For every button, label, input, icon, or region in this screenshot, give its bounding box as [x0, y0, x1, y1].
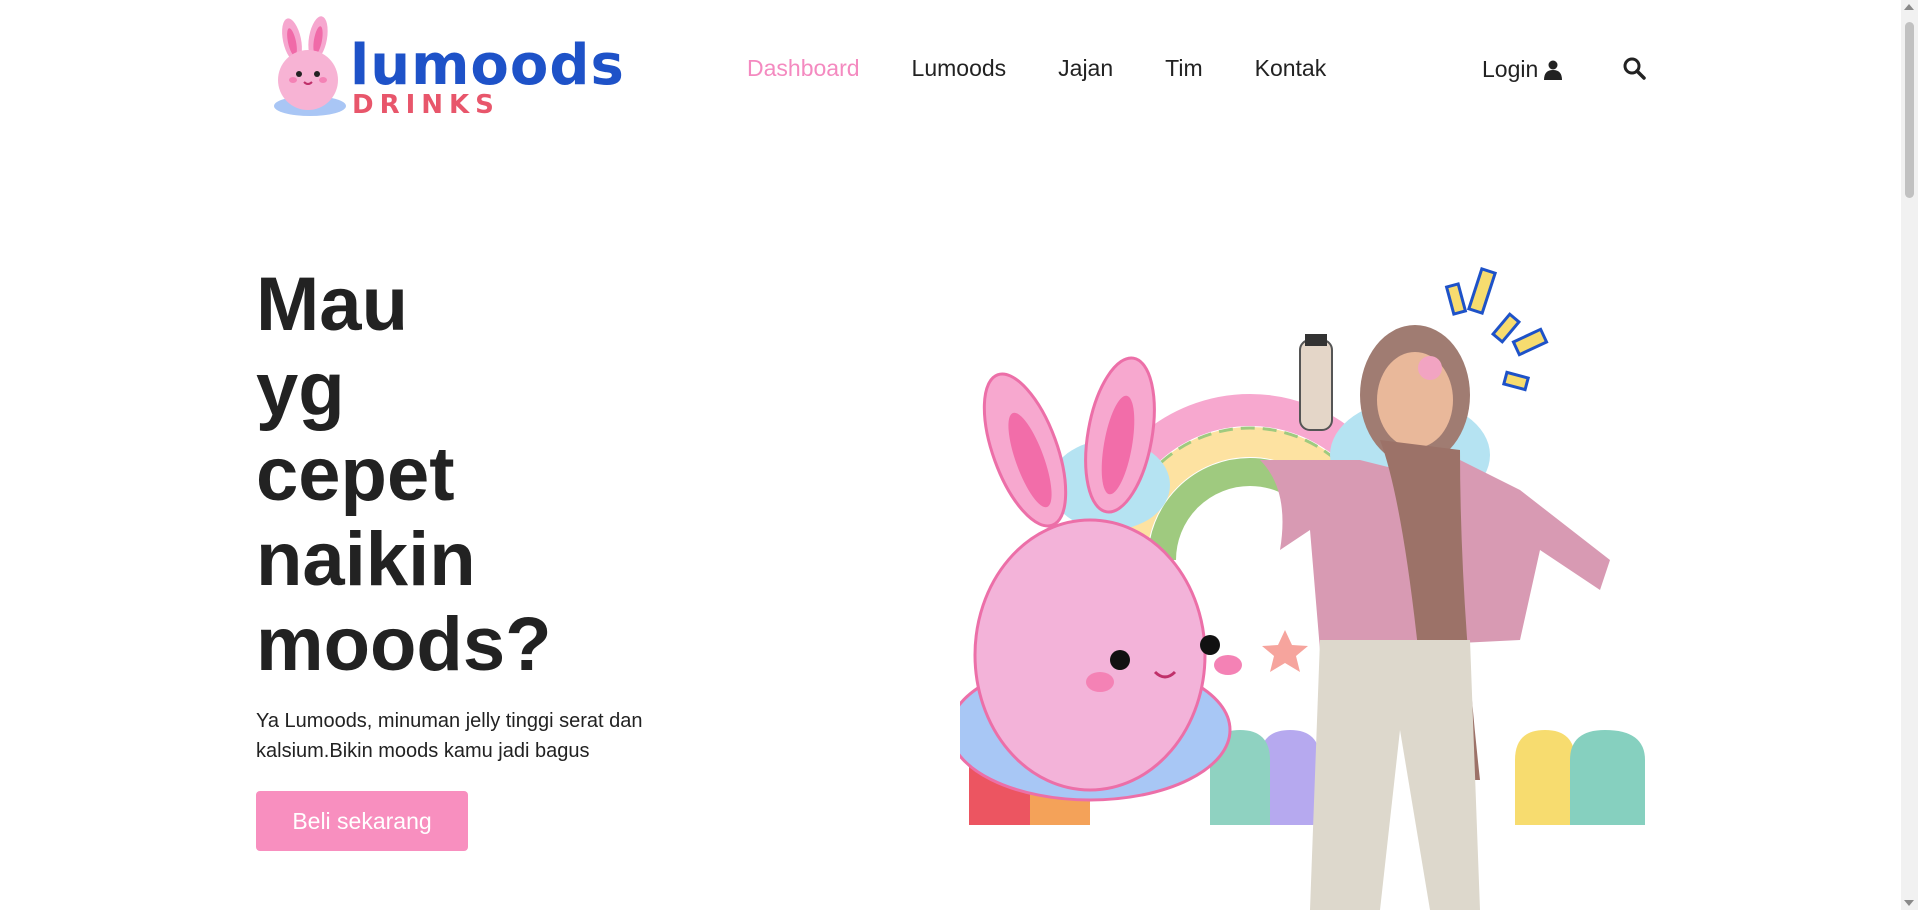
nav-item-jajan[interactable]: Jajan — [1058, 56, 1113, 80]
scroll-down-arrow-icon[interactable] — [1904, 900, 1914, 906]
star-icon — [1262, 630, 1308, 672]
login-link[interactable]: Login — [1482, 56, 1563, 83]
site-header: lumoods DRINKS Dashboard Lumoods Jajan T… — [0, 0, 1901, 140]
hero-title-line: moods? — [256, 602, 552, 687]
brand-logo[interactable]: lumoods DRINKS — [268, 14, 624, 124]
brand-tagline: DRINKS — [352, 90, 500, 120]
hero-title-line: Mau — [256, 262, 408, 347]
brand-name: lumoods — [350, 33, 625, 98]
hero-subtitle: Ya Lumoods, minuman jelly tinggi serat d… — [256, 710, 643, 762]
scrollbar-thumb[interactable] — [1905, 22, 1914, 198]
buy-now-button[interactable]: Beli sekarang — [256, 791, 468, 851]
bunny-mascot-icon — [274, 16, 346, 116]
hero-illustration — [960, 266, 1645, 910]
search-icon — [1623, 57, 1646, 80]
main-nav: Dashboard Lumoods Jajan Tim Kontak — [747, 56, 1378, 80]
nav-item-tim[interactable]: Tim — [1165, 56, 1202, 80]
scroll-up-arrow-icon[interactable] — [1904, 4, 1914, 10]
hero-title-line: naikin — [256, 517, 476, 602]
hero-title-line: cepet — [256, 432, 455, 517]
nav-item-lumoods[interactable]: Lumoods — [912, 56, 1007, 80]
search-button[interactable] — [1622, 56, 1648, 82]
nav-item-dashboard[interactable]: Dashboard — [747, 56, 860, 80]
nav-item-kontak[interactable]: Kontak — [1255, 56, 1327, 80]
page-scrollbar[interactable] — [1901, 0, 1918, 910]
hero-title-line: yg — [256, 347, 345, 432]
hero-title: Mau yg cepet naikin moods? — [256, 262, 552, 687]
login-label: Login — [1482, 56, 1539, 82]
user-icon — [1544, 60, 1563, 80]
